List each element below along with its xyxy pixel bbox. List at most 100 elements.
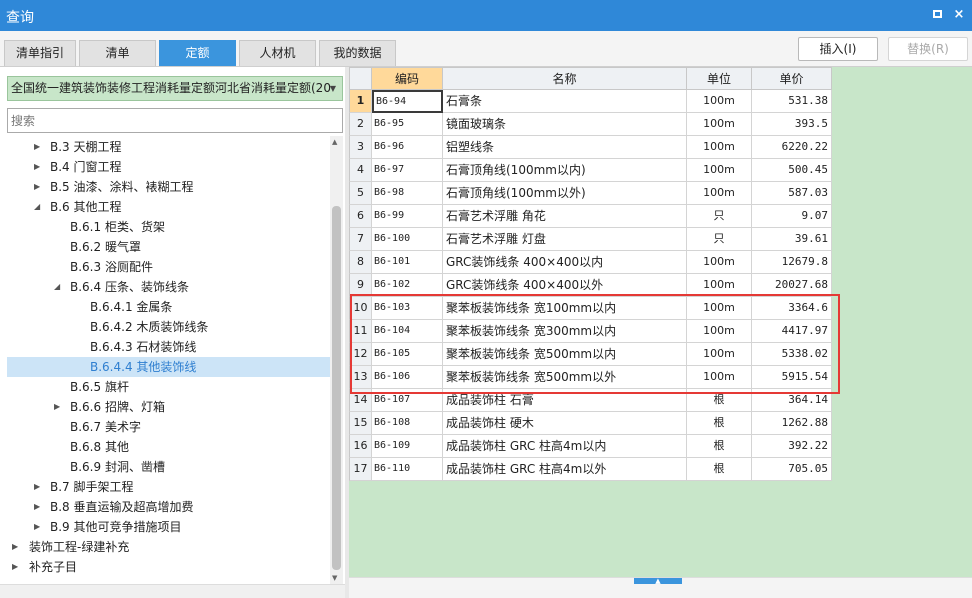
cell-code[interactable]: B6-101 [372,251,443,274]
tree-item[interactable]: B.6.2 暖气罩 [7,237,330,257]
tree-item[interactable]: B.6.4.1 金属条 [7,297,330,317]
cell-code[interactable]: B6-102 [372,274,443,297]
cell-price[interactable]: 12679.8 [752,251,832,274]
cell-code[interactable]: B6-103 [372,297,443,320]
cell-code[interactable]: B6-109 [372,435,443,458]
cell-name[interactable]: 聚苯板装饰线条 宽500mm以外 [443,366,687,389]
cell-name[interactable]: 聚苯板装饰线条 宽100mm以内 [443,297,687,320]
cell-code[interactable]: B6-110 [372,458,443,481]
cell-name[interactable]: 成品装饰柱 GRC 柱高4m以内 [443,435,687,458]
table-row[interactable]: 11 B6-104 聚苯板装饰线条 宽300mm以内 100m 4417.97 [349,320,832,343]
cell-unit[interactable]: 根 [687,458,752,481]
cell-name[interactable]: 成品装饰柱 石膏 [443,389,687,412]
search-input[interactable] [7,108,343,133]
cell-price[interactable]: 705.05 [752,458,832,481]
tree-item[interactable]: ▶ B.9 其他可竞争措施项目 [7,517,330,537]
cell-unit[interactable]: 100m [687,90,752,113]
collapsed-caret-icon[interactable]: ▶ [34,517,44,537]
table-row[interactable]: 2 B6-95 镜面玻璃条 100m 393.5 [349,113,832,136]
tab-quota[interactable]: 定额 [159,40,236,66]
header-name[interactable]: 名称 [442,67,687,90]
cell-name[interactable]: GRC装饰线条 400×400以外 [443,274,687,297]
collapsed-caret-icon[interactable]: ▶ [34,477,44,497]
close-button[interactable]: × [950,6,968,24]
table-row[interactable]: 8 B6-101 GRC装饰线条 400×400以内 100m 12679.8 [349,251,832,274]
cell-code[interactable]: B6-97 [372,159,443,182]
tab-bill[interactable]: 清单 [79,40,156,66]
tree-item[interactable]: ▶ B.7 脚手架工程 [7,477,330,497]
quota-library-select[interactable]: 全国统一建筑装饰装修工程消耗量定额河北省消耗量定额(20 ▼ [7,76,343,101]
cell-name[interactable]: 聚苯板装饰线条 宽500mm以内 [443,343,687,366]
table-row[interactable]: 15 B6-108 成品装饰柱 硬木根 1262.88 [349,412,832,435]
cell-price[interactable]: 4417.97 [752,320,832,343]
collapsed-caret-icon[interactable]: ▶ [12,557,22,577]
tree-item[interactable]: B.6.4.4 其他装饰线 [7,357,330,377]
cell-code[interactable]: B6-96 [372,136,443,159]
tree-item[interactable]: B.6.1 柜类、货架 [7,217,330,237]
collapsed-caret-icon[interactable]: ▶ [34,137,44,157]
cell-price[interactable]: 39.61 [752,228,832,251]
cell-name[interactable]: 石膏艺术浮雕 灯盘 [443,228,687,251]
scroll-down-icon[interactable]: ▼ [332,574,337,582]
cell-unit[interactable]: 100m [687,274,752,297]
expanded-caret-icon[interactable]: ◢ [54,277,64,297]
cell-unit[interactable]: 只 [687,228,752,251]
table-row[interactable]: 1 B6-94 石膏条 100m 531.38 [349,90,832,113]
collapsed-caret-icon[interactable]: ▶ [54,397,64,417]
cell-price[interactable]: 1262.88 [752,412,832,435]
cell-price[interactable]: 9.07 [752,205,832,228]
tree-item[interactable]: B.6.8 其他 [7,437,330,457]
cell-price[interactable]: 20027.68 [752,274,832,297]
cell-name[interactable]: GRC装饰线条 400×400以内 [443,251,687,274]
collapsed-caret-icon[interactable]: ▶ [12,537,22,557]
cell-price[interactable]: 364.14 [752,389,832,412]
cell-unit[interactable]: 100m [687,343,752,366]
insert-button[interactable]: 插入(I) [798,37,878,61]
cell-unit[interactable]: 100m [687,159,752,182]
cell-code[interactable]: B6-94 [372,90,443,113]
cell-name[interactable]: 铝塑线条 [443,136,687,159]
cell-price[interactable]: 393.5 [752,113,832,136]
tab-bill-guide[interactable]: 清单指引 [4,40,76,66]
cell-name[interactable]: 成品装饰柱 硬木 [443,412,687,435]
cell-code[interactable]: B6-106 [372,366,443,389]
cell-unit[interactable]: 100m [687,297,752,320]
tree-horizontal-scrollbar[interactable] [0,584,345,598]
cell-code[interactable]: B6-100 [372,228,443,251]
cell-price[interactable]: 6220.22 [752,136,832,159]
cell-name[interactable]: 成品装饰柱 GRC 柱高4m以外 [443,458,687,481]
table-row[interactable]: 12 B6-105 聚苯板装饰线条 宽500mm以内 100m 5338.02 [349,343,832,366]
collapsed-caret-icon[interactable]: ▶ [34,177,44,197]
replace-button[interactable]: 替换(R) [888,37,968,61]
table-row[interactable]: 3 B6-96 铝塑线条 100m 6220.22 [349,136,832,159]
table-row[interactable]: 5 B6-98 石膏顶角线(100mm以外) 100m 587.03 [349,182,832,205]
cell-name[interactable]: 石膏顶角线(100mm以内) [443,159,687,182]
table-row[interactable]: 7 B6-100 石膏艺术浮雕 灯盘只 39.61 [349,228,832,251]
cell-code[interactable]: B6-105 [372,343,443,366]
cell-unit[interactable]: 100m [687,320,752,343]
table-row[interactable]: 16 B6-109 成品装饰柱 GRC 柱高4m以内根 392.22 [349,435,832,458]
tree-item[interactable]: B.6.3 浴厕配件 [7,257,330,277]
cell-unit[interactable]: 根 [687,412,752,435]
cell-price[interactable]: 587.03 [752,182,832,205]
scrollbar-thumb[interactable] [332,206,341,570]
table-row[interactable]: 9 B6-102 GRC装饰线条 400×400以外 100m 20027.68 [349,274,832,297]
cell-name[interactable]: 石膏艺术浮雕 角花 [443,205,687,228]
tree-item[interactable]: ▶ B.6.6 招牌、灯箱 [7,397,330,417]
tree-item[interactable]: ▶ 装饰工程-绿建补充 [7,537,330,557]
cell-price[interactable]: 3364.6 [752,297,832,320]
cell-price[interactable]: 5915.54 [752,366,832,389]
collapsed-caret-icon[interactable]: ▶ [34,157,44,177]
collapse-toggle[interactable]: ▲ [634,578,682,585]
table-row[interactable]: 6 B6-99 石膏艺术浮雕 角花只 9.07 [349,205,832,228]
tree-item[interactable]: B.6.4.3 石材装饰线 [7,337,330,357]
tree-item[interactable]: ▶ B.4 门窗工程 [7,157,330,177]
header-price[interactable]: 单价 [751,67,832,90]
collapsed-caret-icon[interactable]: ▶ [34,497,44,517]
tab-labor-material[interactable]: 人材机 [239,40,316,66]
header-code[interactable]: 编码 [371,67,443,90]
table-row[interactable]: 14 B6-107 成品装饰柱 石膏根 364.14 [349,389,832,412]
cell-price[interactable]: 500.45 [752,159,832,182]
cell-unit[interactable]: 100m [687,366,752,389]
tree-item[interactable]: B.6.7 美术字 [7,417,330,437]
